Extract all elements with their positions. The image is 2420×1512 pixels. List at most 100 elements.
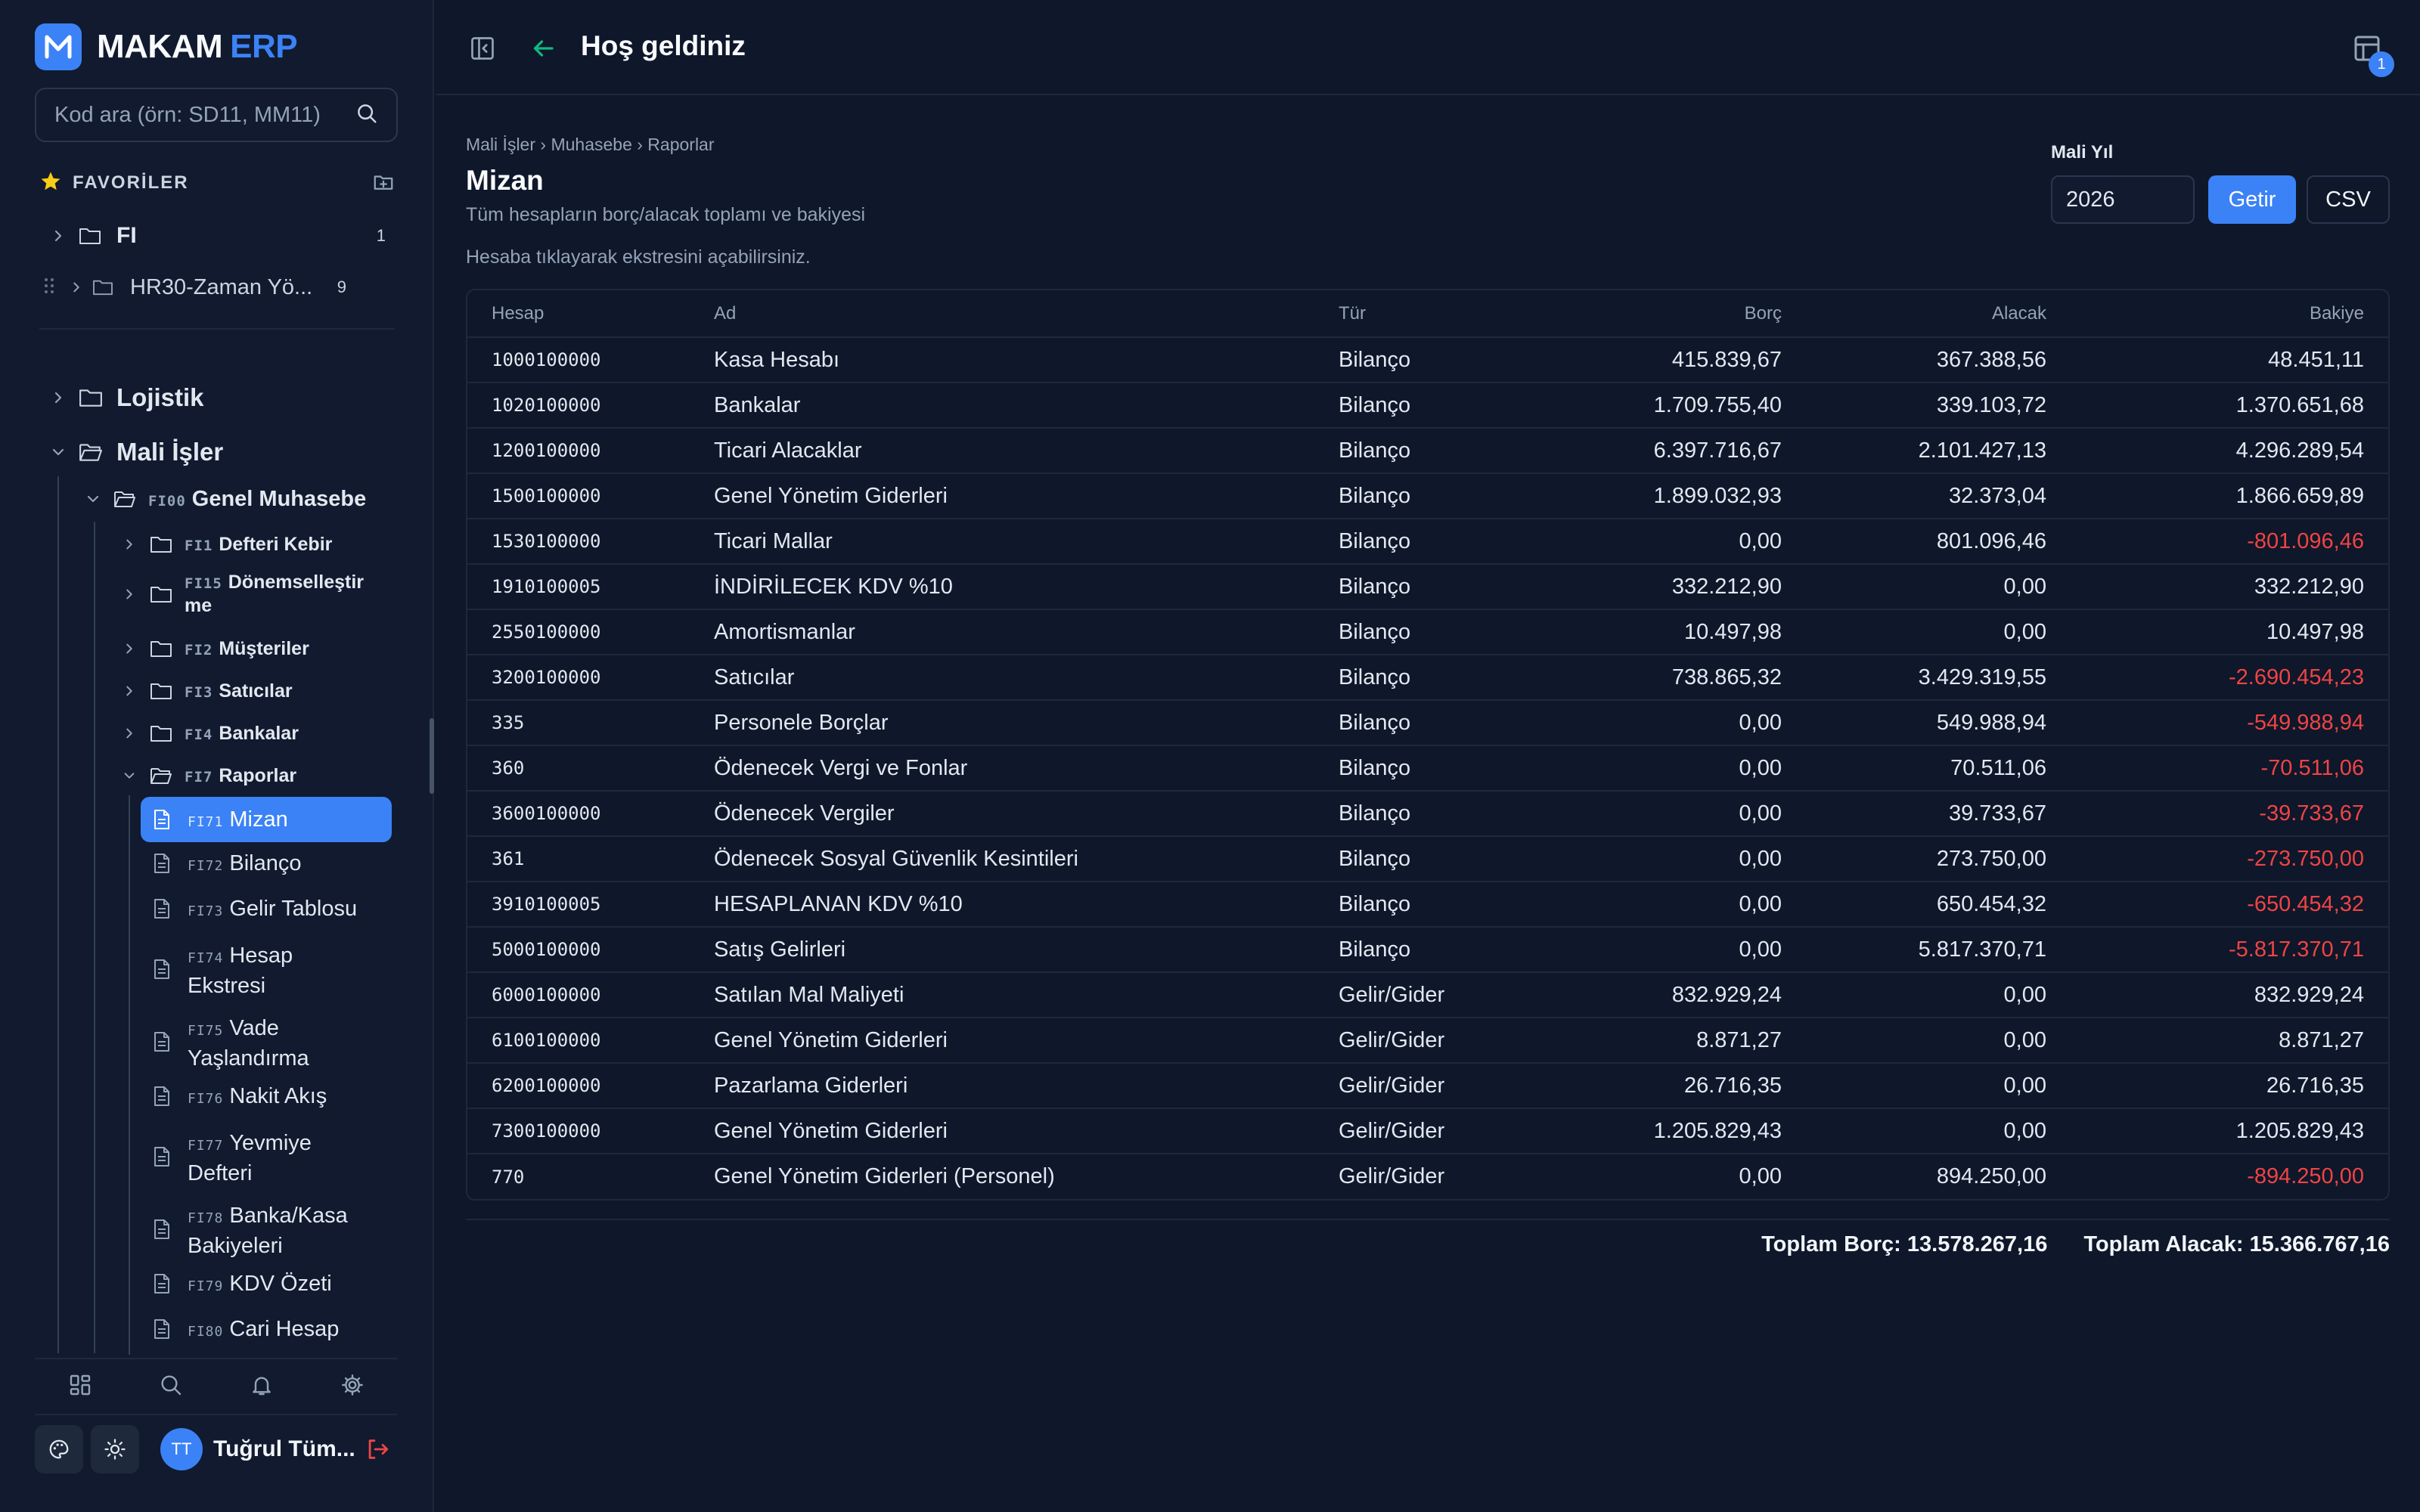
sidebar-toggle-icon[interactable] <box>469 35 496 66</box>
column-header-type[interactable]: Tür <box>1339 290 1512 338</box>
bell-icon[interactable] <box>250 1373 274 1401</box>
favorite-item-hr30[interactable]: HR30-Zaman Yö... 9 <box>44 271 346 304</box>
column-header-account[interactable]: Hesap <box>467 290 714 338</box>
user-name[interactable]: Tuğrul Tüm... <box>213 1436 355 1462</box>
dashboard-icon[interactable] <box>68 1373 92 1401</box>
table-row[interactable]: 1910100005 İNDİRİLECEK KDV %10 Bilanço 332.… <box>467 564 2388 610</box>
report-item-fi71[interactable]: FI71 Mizan <box>141 797 392 842</box>
table-row[interactable]: 6000100000 Satılan Mal Maliyeti Gelir/Gide… <box>467 972 2388 1018</box>
chevron-down-icon[interactable] <box>119 766 139 785</box>
chevron-right-icon[interactable] <box>119 723 139 743</box>
account-code[interactable]: 335 <box>467 700 714 746</box>
account-code[interactable]: 1000100000 <box>467 337 714 383</box>
column-header-name[interactable]: Ad <box>714 290 1339 338</box>
table-row[interactable]: 770 Genel Yönetim Giderleri (Personel) Gel… <box>467 1154 2388 1199</box>
fetch-button[interactable]: Getir <box>2208 175 2296 224</box>
csv-export-button[interactable]: CSV <box>2307 175 2390 224</box>
tree-item-fi1[interactable]: FI1 Defteri Kebir <box>119 529 392 559</box>
account-code[interactable]: 3910100005 <box>467 881 714 928</box>
table-row[interactable]: 1530100000 Ticari Mallar Bilanço 0,00 801.09… <box>467 519 2388 565</box>
table-row[interactable]: 1000100000 Kasa Hesabı Bilanço 415.839,67 36… <box>467 337 2388 383</box>
sun-icon[interactable] <box>91 1425 139 1473</box>
chevron-right-icon[interactable] <box>119 584 139 604</box>
chevron-right-icon[interactable] <box>119 639 139 658</box>
table-row[interactable]: 3600100000 Ödenecek Vergiler Bilanço 0,00 39… <box>467 791 2388 837</box>
chevron-down-icon[interactable] <box>48 442 68 462</box>
tree-item-fi00[interactable]: FI00 Genel Muhasebe <box>83 482 393 516</box>
account-code[interactable]: 3600100000 <box>467 791 714 837</box>
table-row[interactable]: 5000100000 Satış Gelirleri Bilanço 0,00 5.81… <box>467 927 2388 973</box>
account-code[interactable]: 770 <box>467 1154 714 1199</box>
report-item-fi75[interactable]: FI75 Vade Yaşlandırma <box>141 1015 368 1072</box>
tree-item-fi7[interactable]: FI7 Raporlar <box>119 761 392 791</box>
report-item-fi78[interactable]: FI78 Banka/Kasa Bakiyeleri <box>141 1202 383 1259</box>
account-code[interactable]: 1200100000 <box>467 428 714 474</box>
account-code[interactable]: 1020100000 <box>467 383 714 429</box>
back-arrow-icon[interactable] <box>529 35 557 66</box>
table-row[interactable]: 335 Personele Borçlar Bilanço 0,00 549.988,9… <box>467 700 2388 746</box>
table-row[interactable]: 360 Ödenecek Vergi ve Fonlar Bilanço 0,00 70… <box>467 745 2388 792</box>
favorite-item-fi[interactable]: FI 1 <box>48 219 386 253</box>
chevron-down-icon[interactable] <box>83 489 103 509</box>
report-item-fi80[interactable]: FI80 Cari Hesap <box>141 1315 392 1352</box>
tree-item-fi4[interactable]: FI4 Bankalar <box>119 718 392 748</box>
credit-value: 39.733,67 <box>1782 791 2046 837</box>
report-item-fi72[interactable]: FI72 Bilanço <box>141 850 392 886</box>
logout-icon[interactable] <box>365 1436 390 1466</box>
account-code[interactable]: 1910100005 <box>467 564 714 610</box>
table-row[interactable]: 1200100000 Ticari Alacaklar Bilanço 6.397.7… <box>467 428 2388 474</box>
account-code[interactable]: 6100100000 <box>467 1018 714 1064</box>
table-row[interactable]: 6200100000 Pazarlama Giderleri Gelir/Gider… <box>467 1063 2388 1109</box>
chevron-right-icon[interactable] <box>119 534 139 554</box>
report-item-fi79[interactable]: FI79 KDV Özeti <box>141 1270 392 1306</box>
add-favorite-folder-icon[interactable] <box>372 171 395 197</box>
debit-value: 1.709.755,40 <box>1512 383 1782 429</box>
gear-icon[interactable] <box>340 1373 365 1401</box>
tree-item-fi15[interactable]: FI15 Dönemselleştir me <box>119 572 377 617</box>
report-item-fi76[interactable]: FI76 Nakit Akış <box>141 1083 392 1119</box>
table-row[interactable]: 6100100000 Genel Yönetim Giderleri Gelir/G… <box>467 1018 2388 1064</box>
account-code[interactable]: 5000100000 <box>467 927 714 973</box>
column-header-credit[interactable]: Alacak <box>1782 290 2046 338</box>
chevron-right-icon[interactable] <box>48 226 68 246</box>
account-code[interactable]: 361 <box>467 836 714 882</box>
account-code[interactable]: 7300100000 <box>467 1108 714 1154</box>
sidebar-scrollbar[interactable] <box>430 718 434 794</box>
chevron-right-icon[interactable] <box>48 388 68 407</box>
account-code[interactable]: 360 <box>467 745 714 792</box>
credit-value: 5.817.370,71 <box>1782 927 2046 973</box>
column-header-balance[interactable]: Bakiye <box>2046 290 2388 338</box>
table-row[interactable]: 1020100000 Bankalar Bilanço 1.709.755,40 339… <box>467 383 2388 429</box>
account-code[interactable]: 1530100000 <box>467 519 714 565</box>
table-row[interactable]: 361 Ödenecek Sosyal Güvenlik Kesintileri B… <box>467 836 2388 882</box>
account-code[interactable]: 3200100000 <box>467 655 714 701</box>
table-row[interactable]: 2550100000 Amortismanlar Bilanço 10.497,98 0… <box>467 609 2388 655</box>
table-row[interactable]: 3200100000 Satıcılar Bilanço 738.865,32 3.42… <box>467 655 2388 701</box>
account-code[interactable]: 2550100000 <box>467 609 714 655</box>
module-lojistik[interactable]: Lojistik <box>48 380 386 416</box>
drag-handle-icon[interactable] <box>44 277 59 298</box>
account-code[interactable]: 6200100000 <box>467 1063 714 1109</box>
table-row[interactable]: 1500100000 Genel Yönetim Giderleri Bilanço… <box>467 473 2388 519</box>
avatar[interactable]: TT <box>160 1428 203 1470</box>
chevron-right-icon[interactable] <box>67 277 86 297</box>
report-item-fi74[interactable]: FI74 Hesap Ekstresi <box>141 942 345 999</box>
table-row[interactable]: 7300100000 Genel Yönetim Giderleri Gelir/G… <box>467 1108 2388 1154</box>
palette-icon[interactable] <box>35 1425 83 1473</box>
account-code[interactable]: 1500100000 <box>467 473 714 519</box>
tree-item-fi3[interactable]: FI3 Satıcılar <box>119 676 392 706</box>
report-item-fi73[interactable]: FI73 Gelir Tablosu <box>141 895 392 931</box>
column-header-debit[interactable]: Borç <box>1512 290 1782 338</box>
table-row[interactable]: 3910100005 HESAPLANAN KDV %10 Bilanço 0,00 6… <box>467 881 2388 928</box>
open-tabs-button[interactable]: 1 <box>2352 33 2394 77</box>
tree-item-fi2[interactable]: FI2 Müşteriler <box>119 634 392 664</box>
fiscal-year-input[interactable] <box>2051 175 2195 224</box>
code-search-input[interactable] <box>54 102 355 128</box>
report-item-fi77[interactable]: FI77 Yevmiye Defteri <box>141 1129 368 1187</box>
brand[interactable]: MAKAM ERP <box>35 23 298 71</box>
account-code[interactable]: 6000100000 <box>467 972 714 1018</box>
module-mali-isler[interactable]: Mali İşler <box>48 434 386 470</box>
search-icon[interactable] <box>355 102 378 129</box>
chevron-right-icon[interactable] <box>119 681 139 701</box>
search-icon[interactable] <box>159 1373 183 1401</box>
